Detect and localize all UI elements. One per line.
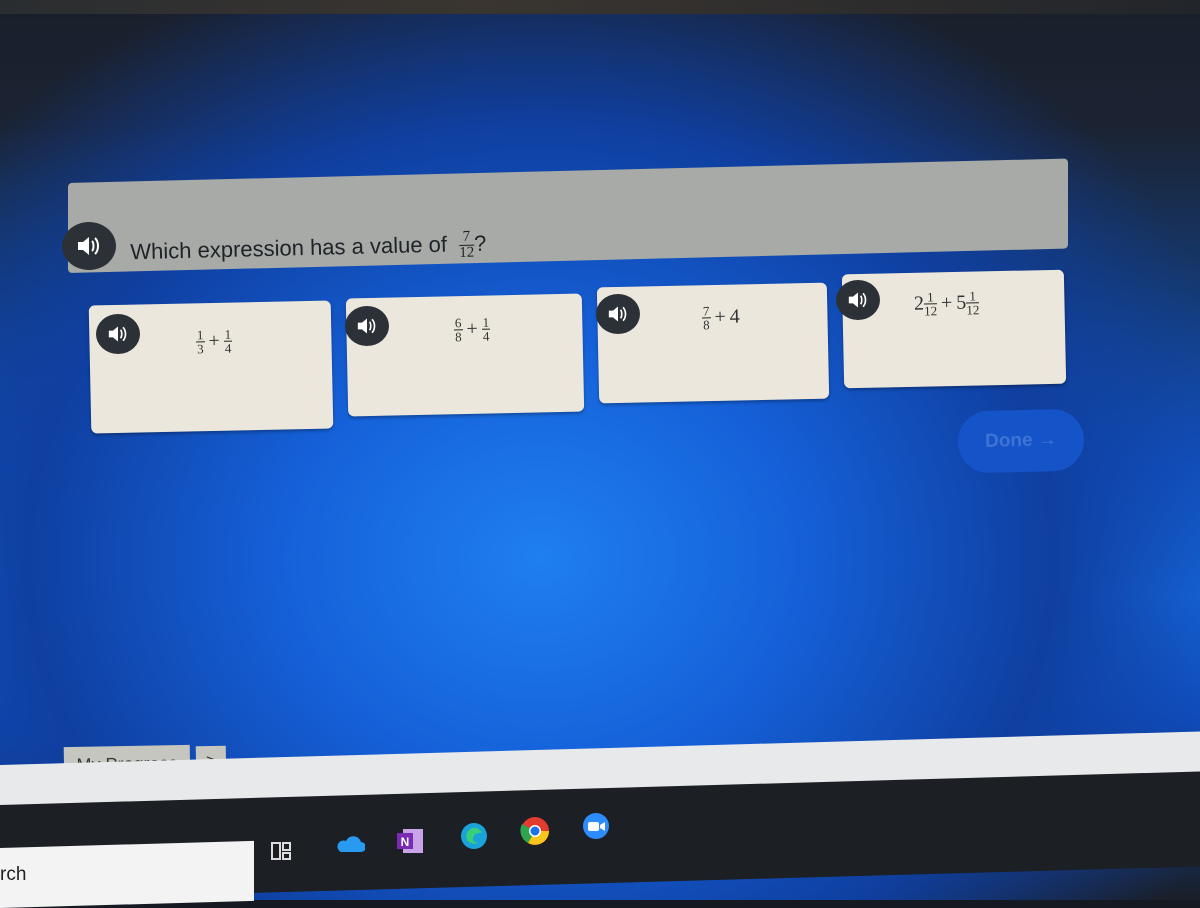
speaker-icon — [357, 318, 376, 334]
chrome-icon[interactable] — [518, 814, 552, 848]
question-fraction: 7 12 — [458, 228, 475, 261]
task-view-icon[interactable] — [268, 838, 294, 864]
edge-icon[interactable] — [458, 820, 490, 852]
zoom-icon[interactable] — [580, 810, 612, 842]
taskbar-search-text: rch — [0, 864, 27, 885]
answer-3-audio-button[interactable] — [596, 294, 640, 334]
answer-1-expression: 1 3 +1 4 — [195, 326, 233, 357]
done-button[interactable]: Done → — [957, 408, 1085, 474]
speaker-icon — [108, 326, 127, 342]
speaker-icon — [78, 237, 99, 255]
answer-4-expression: 2 1 12 +5 1 12 — [913, 288, 980, 319]
taskbar-search-box[interactable] — [0, 840, 254, 908]
speaker-icon — [608, 306, 627, 322]
svg-text:N: N — [401, 835, 410, 849]
done-label: Done — [984, 429, 1033, 452]
answer-4-audio-button[interactable] — [836, 280, 880, 320]
answer-3-expression: 7 8 +4 — [701, 303, 741, 333]
question-prefix: Which expression has a value of — [130, 231, 448, 265]
speaker-icon — [848, 292, 867, 308]
onenote-icon[interactable]: N — [394, 826, 426, 856]
answer-1-audio-button[interactable] — [96, 314, 140, 354]
browser-top-edge — [0, 0, 1200, 14]
onedrive-icon[interactable] — [334, 834, 366, 856]
question-audio-button[interactable] — [62, 222, 116, 270]
answer-2-expression: 6 8 +1 4 — [453, 314, 491, 345]
question-suffix: ? — [473, 230, 487, 256]
arrow-right-icon: → — [1037, 429, 1058, 451]
answer-2-audio-button[interactable] — [345, 306, 389, 346]
